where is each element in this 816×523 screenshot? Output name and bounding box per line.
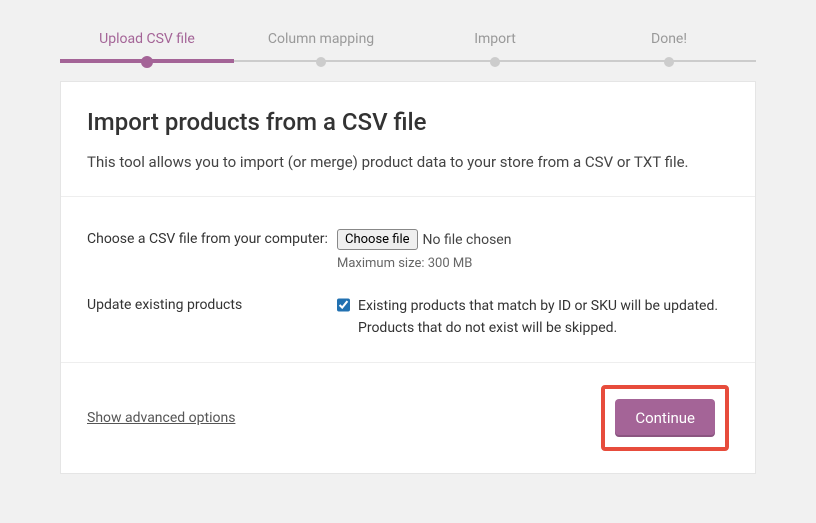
step-dot-icon [664,57,674,67]
step-mapping: Column mapping [234,28,408,61]
step-dot-icon [490,57,500,67]
update-description: Existing products that match by ID or SK… [358,295,729,340]
step-import: Import [408,28,582,61]
update-row: Update existing products Existing produc… [87,283,729,352]
continue-highlight: Continue [601,385,729,451]
file-size-hint: Maximum size: 300 MB [337,256,729,271]
step-dot-icon [316,57,326,67]
page-description: This tool allows you to import (or merge… [87,150,729,174]
show-advanced-link[interactable]: Show advanced options [87,410,235,426]
page-title: Import products from a CSV file [87,108,729,136]
step-upload: Upload CSV file [60,28,234,61]
step-done: Done! [582,28,756,61]
choose-file-button[interactable]: Choose file [337,229,418,250]
file-status: No file chosen [423,232,512,248]
import-card: Import products from a CSV file This too… [60,81,756,474]
file-label: Choose a CSV file from your computer: [87,229,337,250]
update-existing-checkbox[interactable] [337,297,350,313]
wizard-stepper: Upload CSV file Column mapping Import Do… [60,0,756,61]
update-label: Update existing products [87,295,337,316]
continue-button[interactable]: Continue [615,399,715,437]
step-dot-icon [141,56,153,68]
file-row: Choose a CSV file from your computer: Ch… [87,217,729,283]
